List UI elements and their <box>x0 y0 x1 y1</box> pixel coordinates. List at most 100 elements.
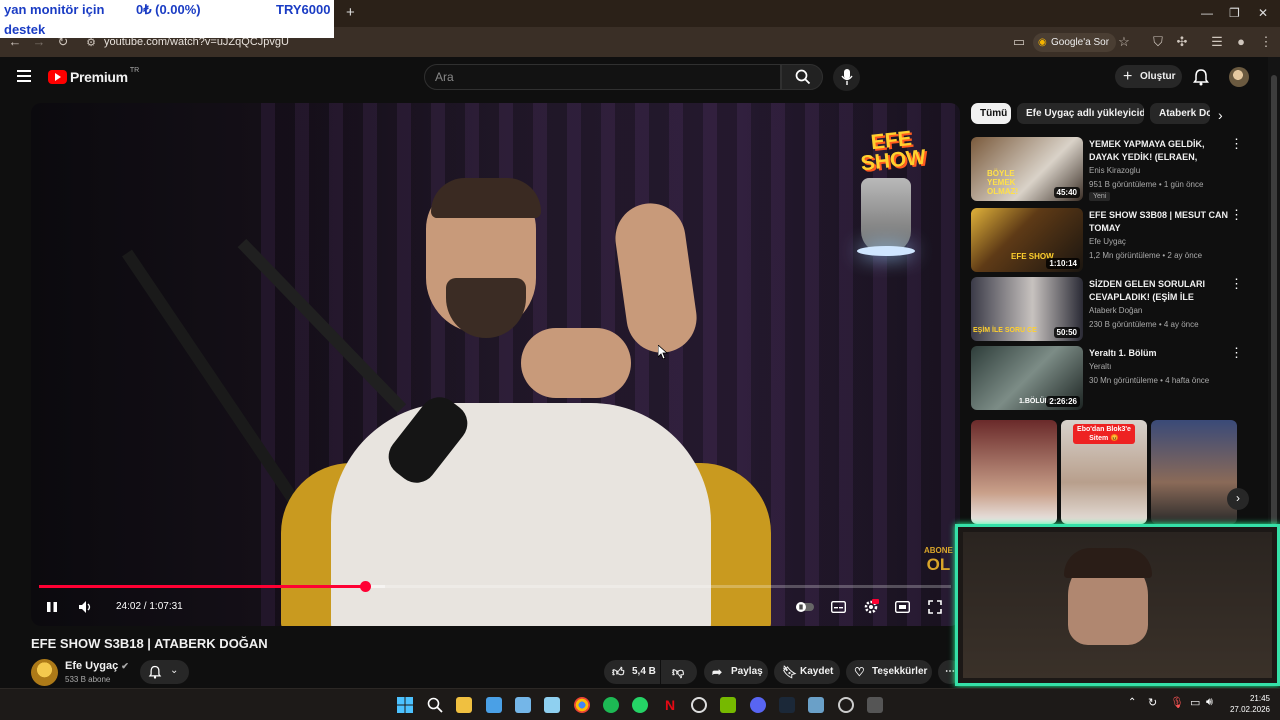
recommendation-meta: 1,2 Mn görüntüleme • 2 ay önce <box>1089 251 1203 260</box>
nvidia-icon[interactable] <box>720 697 736 713</box>
recommendation-thumbnail[interactable]: EŞİM İLE SORU CE 50:50 <box>971 277 1083 341</box>
chip-all[interactable]: Tümü <box>971 103 1011 124</box>
tray-network-icon[interactable]: ▭ <box>1190 696 1200 709</box>
recommendation-item[interactable]: 1.BÖLÜM 2:26:26 Yeraltı 1. Bölüm Yeraltı… <box>971 346 1261 410</box>
recommendation-item[interactable]: EŞİM İLE SORU CE 50:50 SİZDEN GELEN SORU… <box>971 277 1261 341</box>
tray-app-icon[interactable]: ↻ <box>1148 696 1157 709</box>
search-input[interactable] <box>425 65 780 89</box>
voice-search-button[interactable] <box>833 64 860 91</box>
chrome-menu-icon[interactable]: ⋮ <box>1257 35 1275 49</box>
logo-word: Premium <box>70 69 128 85</box>
close-window-icon[interactable]: ✕ <box>1258 6 1268 20</box>
minimize-icon[interactable]: — <box>1201 6 1213 20</box>
clock-date: 27.02.2026 <box>1229 705 1270 714</box>
more-options-icon[interactable]: ⋮ <box>1230 208 1243 221</box>
system-clock[interactable]: 21:45 27.02.2026 <box>1228 693 1270 715</box>
dislike-button[interactable]: 👎︎ <box>661 660 697 684</box>
theater-mode-icon[interactable] <box>895 601 910 613</box>
create-button[interactable]: + Oluştur <box>1115 65 1182 88</box>
share-label: Paylaş <box>731 666 763 677</box>
ol-label: OL <box>926 555 951 574</box>
subscription-bell-button[interactable]: ⌄ <box>140 660 189 684</box>
share-button[interactable]: ➦ Paylaş <box>704 660 768 684</box>
create-label: Oluştur <box>1140 71 1176 82</box>
short-thumbnail[interactable]: Ebo'dan Blok3'e Sitem 😡 <box>1061 420 1147 524</box>
app-icon-2[interactable] <box>544 697 560 713</box>
pause-icon[interactable] <box>46 601 58 613</box>
video-frame-hand <box>521 328 631 398</box>
save-button[interactable]: 🔖︎ Kaydet <box>774 660 840 684</box>
chrome-taskbar-icon[interactable] <box>574 697 590 713</box>
recommendation-item[interactable]: BÖYLE YEMEK OLMAZ! 45:40 YEMEK YAPMAYA G… <box>971 137 1261 201</box>
chips-next-icon[interactable]: › <box>1218 107 1223 123</box>
chip-uploader[interactable]: Efe Uygaç adlı yükleyiciden <box>1017 103 1144 124</box>
cast-icon[interactable]: ▭ <box>1010 35 1028 49</box>
recommendation-item[interactable]: EFE SHOW 1:10:14 EFE SHOW S3B08 | MESUT … <box>971 208 1261 272</box>
channel-name[interactable]: Efe Uygaç ✔ <box>65 660 129 672</box>
shield-extension-icon[interactable]: ⛉ <box>1149 35 1167 49</box>
steam-icon[interactable] <box>779 697 795 713</box>
subscribe-watermark[interactable]: ABONE OL <box>924 544 953 574</box>
hamburger-menu-icon[interactable] <box>17 70 31 82</box>
new-tab-button[interactable]: + <box>346 4 355 21</box>
netflix-icon[interactable]: N <box>662 697 678 713</box>
search-button[interactable] <box>781 64 823 90</box>
app-icon-4[interactable] <box>808 697 824 713</box>
reading-list-icon[interactable]: ☰ <box>1208 35 1226 49</box>
discord-icon[interactable] <box>750 697 766 713</box>
tray-chevron-icon[interactable]: ⌃ <box>1128 697 1136 708</box>
notifications-bell-icon[interactable] <box>1192 68 1210 86</box>
file-explorer-icon[interactable] <box>456 697 472 713</box>
volume-icon[interactable] <box>78 600 94 614</box>
fullscreen-icon[interactable] <box>928 600 942 614</box>
app-icon-3[interactable] <box>691 697 707 713</box>
thanks-button[interactable]: ♡ Teşekkürler <box>846 660 932 684</box>
settings-gear-icon[interactable] <box>863 599 879 615</box>
profile-icon[interactable]: ● <box>1232 35 1250 49</box>
youtube-premium-logo[interactable]: Premium TR <box>48 66 140 85</box>
channel-avatar[interactable] <box>31 659 58 686</box>
taskbar-search-icon[interactable] <box>427 697 443 713</box>
recommendation-thumbnail[interactable]: EFE SHOW 1:10:14 <box>971 208 1083 272</box>
user-avatar[interactable] <box>1229 67 1249 87</box>
google-ask-button[interactable]: ◉ Google'a Sor <box>1033 33 1117 52</box>
short-thumbnail[interactable] <box>971 420 1057 524</box>
whatsapp-icon[interactable] <box>632 697 648 713</box>
save-label: Kaydet <box>800 666 834 677</box>
chip-related[interactable]: Ataberk Do <box>1150 103 1210 124</box>
subtitles-icon[interactable] <box>831 601 846 613</box>
restore-icon[interactable]: ❐ <box>1229 6 1240 20</box>
tray-mic-icon[interactable]: 🎙︎ <box>1170 696 1184 709</box>
logo-region: TR <box>129 66 140 74</box>
windows-start-icon[interactable] <box>397 697 413 713</box>
photos-icon[interactable] <box>515 697 531 713</box>
progress-scrubber-handle[interactable] <box>359 581 371 592</box>
channel-name-text: Efe Uygaç <box>65 660 119 672</box>
app-icon-6[interactable] <box>867 697 883 713</box>
microphone-icon <box>841 69 853 85</box>
recommendation-thumbnail[interactable]: 1.BÖLÜM 2:26:26 <box>971 346 1083 410</box>
video-player[interactable]: EFE SHOW ABONE OL 24:02 / 1:07:31 <box>31 103 960 626</box>
extensions-icon[interactable]: ✣ <box>1173 35 1191 49</box>
plus-icon: + <box>1123 68 1133 85</box>
spotify-icon[interactable] <box>603 697 619 713</box>
recommendation-title: Yeraltı 1. Bölüm <box>1089 348 1157 358</box>
scrollbar-thumb[interactable] <box>1271 75 1277 525</box>
shorts-next-button[interactable]: › <box>1227 488 1249 510</box>
like-button[interactable]: 👍︎ 5,4 B <box>604 660 660 684</box>
more-options-icon[interactable]: ⋮ <box>1230 346 1243 359</box>
tray-volume-icon[interactable]: 🔊︎ <box>1206 696 1213 709</box>
bookmark-star-icon[interactable]: ☆ <box>1115 35 1133 49</box>
app-icon-5[interactable] <box>838 697 854 713</box>
page-scrollbar[interactable] <box>1268 57 1280 525</box>
recommendation-thumbnail[interactable]: BÖYLE YEMEK OLMAZ! 45:40 <box>971 137 1083 201</box>
app-icon-1[interactable] <box>486 697 502 713</box>
more-options-icon[interactable]: ⋮ <box>1230 137 1243 150</box>
more-options-icon[interactable]: ⋮ <box>1230 277 1243 290</box>
chevron-right-icon: › <box>1236 491 1240 505</box>
thumb-text: BÖYLE YEMEK OLMAZ! <box>987 169 1019 196</box>
site-info-icon[interactable]: ⚙ <box>82 36 100 50</box>
short-thumbnail[interactable] <box>1151 420 1237 524</box>
subscriber-count: 533 B abone <box>65 675 111 684</box>
autoplay-toggle-icon[interactable] <box>796 601 814 613</box>
